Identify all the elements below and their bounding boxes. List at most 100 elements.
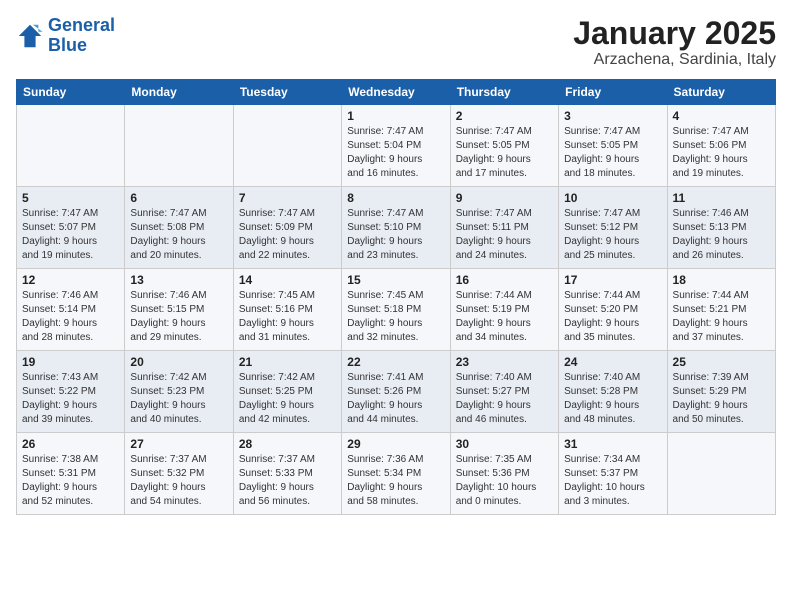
logo-line1: General [48, 15, 115, 35]
day-info: Sunrise: 7:47 AM Sunset: 5:06 PM Dayligh… [673, 125, 770, 181]
cell-w1-d4: 9Sunrise: 7:47 AM Sunset: 5:11 PM Daylig… [450, 187, 558, 269]
cell-w4-d4: 30 Sunrise: 7:35 AM Sunset: 5:36 PM Dayli… [450, 433, 558, 515]
cell-w3-d1: 20Sunrise: 7:42 AM Sunset: 5:23 PM Dayli… [125, 351, 233, 433]
header-saturday: Saturday [667, 80, 775, 105]
day-info: Sunrise: 7:47 AM Sunset: 5:10 PM Dayligh… [347, 207, 444, 263]
day-info: Sunrise: 7:42 AM Sunset: 5:25 PM Dayligh… [239, 371, 336, 427]
day-number: 23 [456, 355, 553, 369]
cell-w3-d2: 21Sunrise: 7:42 AM Sunset: 5:25 PM Dayli… [233, 351, 341, 433]
day-info: Sunrise: 7:47 AM Sunset: 5:12 PM Dayligh… [564, 207, 661, 263]
day-number: 14 [239, 273, 336, 287]
page: General Blue January 2025 Arzachena, Sar… [0, 0, 792, 525]
day-number: 7 [239, 191, 336, 205]
cell-w3-d4: 23 Sunrise: 7:40 AM Sunset: 5:27 PM Dayli… [450, 351, 558, 433]
logo: General Blue [16, 16, 115, 56]
cell-w0-d2 [233, 105, 341, 187]
logo-line2: Blue [48, 35, 87, 55]
day-number: 13 [130, 273, 227, 287]
cell-w0-d0 [17, 105, 125, 187]
cell-w4-d6 [667, 433, 775, 515]
cell-w1-d2: 7 Sunrise: 7:47 AM Sunset: 5:09 PM Daylig… [233, 187, 341, 269]
day-info: Sunrise: 7:35 AM Sunset: 5:36 PM Dayligh… [456, 453, 553, 509]
week-row-4: 26Sunrise: 7:38 AM Sunset: 5:31 PM Dayli… [17, 433, 776, 515]
day-info: Sunrise: 7:47 AM Sunset: 5:08 PM Dayligh… [130, 207, 227, 263]
cell-w4-d5: 31Sunrise: 7:34 AM Sunset: 5:37 PM Dayli… [559, 433, 667, 515]
day-info: Sunrise: 7:44 AM Sunset: 5:20 PM Dayligh… [564, 289, 661, 345]
cell-w2-d1: 13Sunrise: 7:46 AM Sunset: 5:15 PM Dayli… [125, 269, 233, 351]
logo-icon [16, 22, 44, 50]
day-info: Sunrise: 7:37 AM Sunset: 5:32 PM Dayligh… [130, 453, 227, 509]
cell-w4-d2: 28 Sunrise: 7:37 AM Sunset: 5:33 PM Dayli… [233, 433, 341, 515]
cell-w1-d1: 6 Sunrise: 7:47 AM Sunset: 5:08 PM Daylig… [125, 187, 233, 269]
day-number: 19 [22, 355, 119, 369]
cell-w3-d6: 25 Sunrise: 7:39 AM Sunset: 5:29 PM Dayli… [667, 351, 775, 433]
cell-w1-d3: 8 Sunrise: 7:47 AM Sunset: 5:10 PM Daylig… [342, 187, 450, 269]
day-number: 17 [564, 273, 661, 287]
header: General Blue January 2025 Arzachena, Sar… [16, 16, 776, 69]
day-number: 25 [673, 355, 770, 369]
week-row-2: 12 Sunrise: 7:46 AM Sunset: 5:14 PM Dayli… [17, 269, 776, 351]
title-block: January 2025 Arzachena, Sardinia, Italy [573, 16, 776, 69]
header-thursday: Thursday [450, 80, 558, 105]
cell-w3-d0: 19 Sunrise: 7:43 AM Sunset: 5:22 PM Dayli… [17, 351, 125, 433]
cell-w2-d0: 12 Sunrise: 7:46 AM Sunset: 5:14 PM Dayli… [17, 269, 125, 351]
day-info: Sunrise: 7:45 AM Sunset: 5:18 PM Dayligh… [347, 289, 444, 345]
day-info: Sunrise: 7:40 AM Sunset: 5:28 PM Dayligh… [564, 371, 661, 427]
cell-w2-d4: 16 Sunrise: 7:44 AM Sunset: 5:19 PM Dayli… [450, 269, 558, 351]
day-info: Sunrise: 7:47 AM Sunset: 5:09 PM Dayligh… [239, 207, 336, 263]
cell-w1-d5: 10 Sunrise: 7:47 AM Sunset: 5:12 PM Dayli… [559, 187, 667, 269]
cell-w0-d1 [125, 105, 233, 187]
calendar-table: Sunday Monday Tuesday Wednesday Thursday… [16, 79, 776, 515]
cell-w4-d1: 27 Sunrise: 7:37 AM Sunset: 5:32 PM Dayli… [125, 433, 233, 515]
day-info: Sunrise: 7:36 AM Sunset: 5:34 PM Dayligh… [347, 453, 444, 509]
header-tuesday: Tuesday [233, 80, 341, 105]
header-friday: Friday [559, 80, 667, 105]
logo-text: General Blue [48, 16, 115, 56]
day-number: 30 [456, 437, 553, 451]
day-number: 6 [130, 191, 227, 205]
cell-w2-d6: 18 Sunrise: 7:44 AM Sunset: 5:21 PM Dayli… [667, 269, 775, 351]
day-info: Sunrise: 7:46 AM Sunset: 5:14 PM Dayligh… [22, 289, 119, 345]
day-info: Sunrise: 7:47 AM Sunset: 5:07 PM Dayligh… [22, 207, 119, 263]
day-number: 28 [239, 437, 336, 451]
day-info: Sunrise: 7:47 AM Sunset: 5:04 PM Dayligh… [347, 125, 444, 181]
day-info: Sunrise: 7:44 AM Sunset: 5:21 PM Dayligh… [673, 289, 770, 345]
cell-w1-d6: 11Sunrise: 7:46 AM Sunset: 5:13 PM Dayli… [667, 187, 775, 269]
day-info: Sunrise: 7:47 AM Sunset: 5:05 PM Dayligh… [456, 125, 553, 181]
cell-w3-d3: 22 Sunrise: 7:41 AM Sunset: 5:26 PM Dayli… [342, 351, 450, 433]
header-row: Sunday Monday Tuesday Wednesday Thursday… [17, 80, 776, 105]
cell-w0-d4: 2Sunrise: 7:47 AM Sunset: 5:05 PM Daylig… [450, 105, 558, 187]
day-info: Sunrise: 7:46 AM Sunset: 5:13 PM Dayligh… [673, 207, 770, 263]
day-number: 29 [347, 437, 444, 451]
day-number: 4 [673, 109, 770, 123]
day-number: 12 [22, 273, 119, 287]
day-number: 16 [456, 273, 553, 287]
day-number: 8 [347, 191, 444, 205]
day-number: 20 [130, 355, 227, 369]
cell-w2-d3: 15Sunrise: 7:45 AM Sunset: 5:18 PM Dayli… [342, 269, 450, 351]
cell-w0-d6: 4 Sunrise: 7:47 AM Sunset: 5:06 PM Daylig… [667, 105, 775, 187]
day-number: 3 [564, 109, 661, 123]
day-number: 27 [130, 437, 227, 451]
day-info: Sunrise: 7:41 AM Sunset: 5:26 PM Dayligh… [347, 371, 444, 427]
day-number: 9 [456, 191, 553, 205]
week-row-3: 19 Sunrise: 7:43 AM Sunset: 5:22 PM Dayli… [17, 351, 776, 433]
day-number: 10 [564, 191, 661, 205]
cell-w4-d0: 26Sunrise: 7:38 AM Sunset: 5:31 PM Dayli… [17, 433, 125, 515]
calendar-subtitle: Arzachena, Sardinia, Italy [573, 51, 776, 69]
day-number: 22 [347, 355, 444, 369]
cell-w0-d5: 3 Sunrise: 7:47 AM Sunset: 5:05 PM Daylig… [559, 105, 667, 187]
week-row-0: 1 Sunrise: 7:47 AM Sunset: 5:04 PM Daylig… [17, 105, 776, 187]
day-info: Sunrise: 7:43 AM Sunset: 5:22 PM Dayligh… [22, 371, 119, 427]
day-info: Sunrise: 7:47 AM Sunset: 5:05 PM Dayligh… [564, 125, 661, 181]
cell-w2-d2: 14Sunrise: 7:45 AM Sunset: 5:16 PM Dayli… [233, 269, 341, 351]
cell-w1-d0: 5Sunrise: 7:47 AM Sunset: 5:07 PM Daylig… [17, 187, 125, 269]
day-number: 24 [564, 355, 661, 369]
day-info: Sunrise: 7:40 AM Sunset: 5:27 PM Dayligh… [456, 371, 553, 427]
day-info: Sunrise: 7:44 AM Sunset: 5:19 PM Dayligh… [456, 289, 553, 345]
day-info: Sunrise: 7:37 AM Sunset: 5:33 PM Dayligh… [239, 453, 336, 509]
day-number: 18 [673, 273, 770, 287]
day-number: 1 [347, 109, 444, 123]
cell-w0-d3: 1 Sunrise: 7:47 AM Sunset: 5:04 PM Daylig… [342, 105, 450, 187]
day-info: Sunrise: 7:39 AM Sunset: 5:29 PM Dayligh… [673, 371, 770, 427]
